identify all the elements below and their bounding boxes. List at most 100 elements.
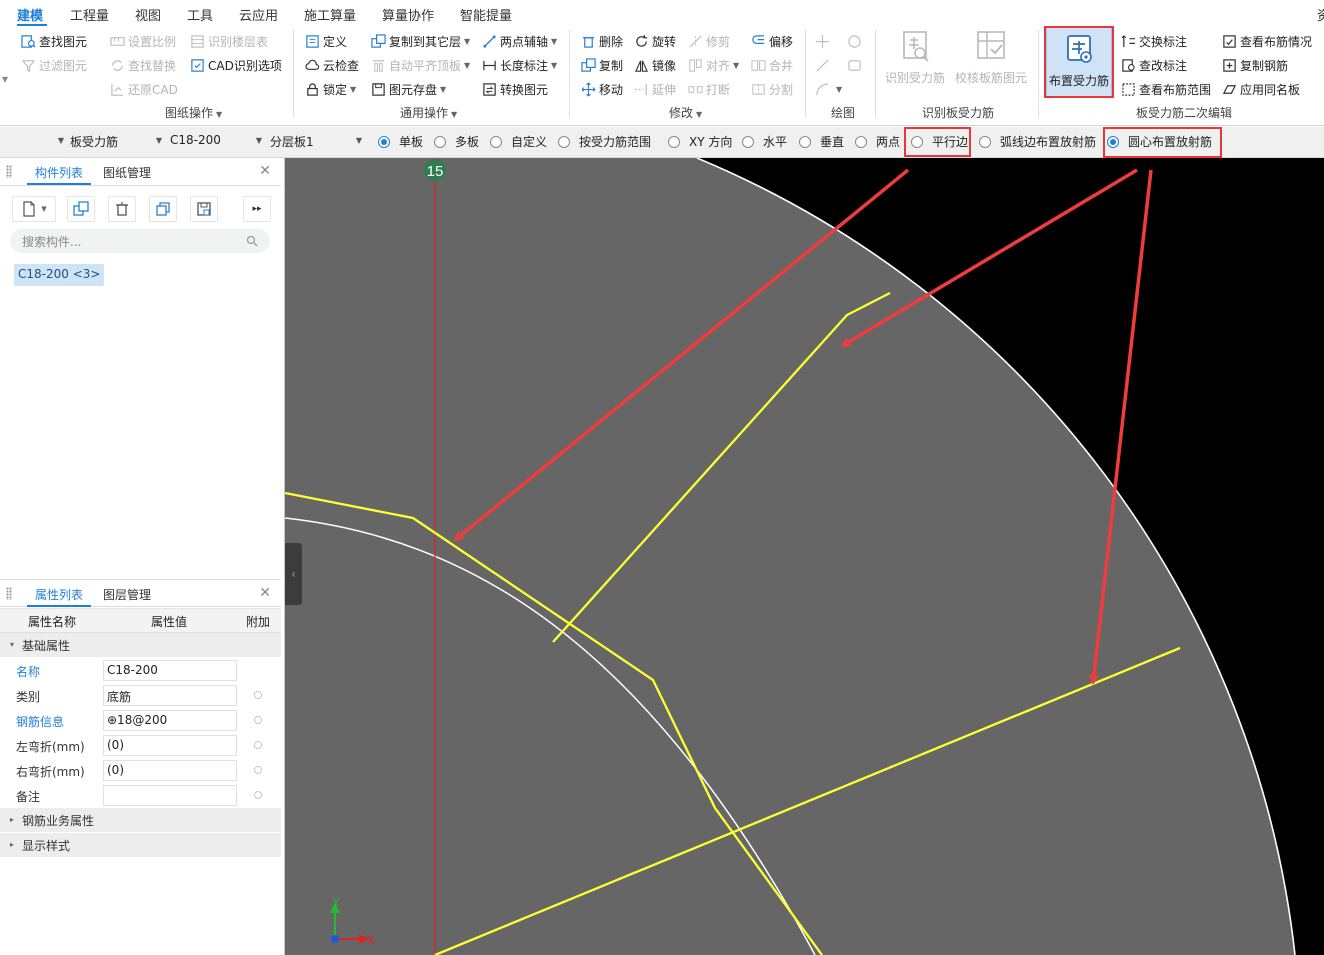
ribbon-scroll-left[interactable]: ▾: [2, 69, 8, 89]
check-slab-rebar-button[interactable]: 校核板筋图元: [955, 29, 1027, 86]
more-tools-button[interactable]: ▸▸: [243, 196, 271, 222]
break-button[interactable]: 打断: [688, 79, 730, 99]
tab-property-list[interactable]: 属性列表: [35, 586, 83, 603]
section-display-style[interactable]: ▸ 显示样式: [0, 833, 281, 858]
extra-checkbox[interactable]: [254, 741, 262, 749]
radio-center-radial[interactable]: 圆心布置放射筋: [1107, 133, 1212, 150]
prop-value-input[interactable]: ⊕18@200: [103, 710, 237, 731]
new-component-button[interactable]: ▼: [12, 196, 56, 222]
draw-rect-button[interactable]: [847, 55, 865, 75]
close-icon[interactable]: ✕: [259, 163, 271, 179]
find-replace-button[interactable]: 查找替换: [110, 55, 176, 75]
define-button[interactable]: 定义: [305, 31, 347, 51]
group-general-ops[interactable]: 通用操作 ▼: [400, 104, 457, 121]
close-icon[interactable]: ✕: [259, 585, 271, 601]
draw-line-button[interactable]: [815, 55, 833, 75]
element-type-dropdown[interactable]: 板受力筋 ▼: [70, 133, 162, 152]
identify-floor-table-button[interactable]: 识别楼层表: [190, 31, 268, 51]
offset-button[interactable]: 偏移: [751, 31, 793, 51]
component-save-button[interactable]: [190, 196, 218, 222]
rotate-button[interactable]: 旋转: [634, 31, 676, 51]
set-scale-button[interactable]: 设置比例: [110, 31, 176, 51]
draw-arc-button[interactable]: ▼: [815, 79, 842, 99]
filter-element-button[interactable]: 过滤图元: [21, 55, 87, 75]
lock-button[interactable]: 锁定 ▼: [305, 79, 356, 99]
drawing-canvas[interactable]: 15 Y X: [285, 158, 1324, 955]
menu-construction[interactable]: 施工算量: [304, 5, 356, 24]
menu-truncated[interactable]: 资: [1317, 5, 1324, 24]
extend-button[interactable]: 延伸: [634, 79, 676, 99]
tab-layer-management[interactable]: 图层管理: [103, 586, 151, 603]
menu-tools[interactable]: 工具: [187, 5, 213, 24]
copy-button[interactable]: 复制: [581, 55, 623, 75]
auto-align-slab-button[interactable]: 自动平齐顶板 ▼: [371, 55, 470, 75]
extra-checkbox[interactable]: [254, 766, 262, 774]
prop-value-input[interactable]: C18-200: [103, 660, 237, 681]
drag-grip-icon[interactable]: [6, 587, 12, 600]
delete-component-button[interactable]: [108, 196, 136, 222]
copy-rebar-button[interactable]: 复制钢筋: [1222, 55, 1288, 75]
draw-point-button[interactable]: [815, 31, 833, 51]
element-save-button[interactable]: 图元存盘 ▼: [371, 79, 446, 99]
radio-arc-radial[interactable]: 弧线边布置放射筋: [979, 133, 1096, 150]
component-list-item[interactable]: C18-200 <3>: [14, 264, 105, 286]
search-input[interactable]: 搜索构件...: [10, 229, 270, 253]
draw-circle-button[interactable]: [847, 31, 865, 51]
layout-rebar-button[interactable]: 布置受力筋: [1046, 27, 1112, 97]
extra-checkbox[interactable]: [254, 716, 262, 724]
radio-custom[interactable]: 自定义: [490, 133, 547, 150]
tab-drawing-management[interactable]: 图纸管理: [103, 164, 151, 181]
convert-element-button[interactable]: 转换图元: [482, 79, 548, 99]
menu-quantity[interactable]: 工程量: [70, 5, 109, 24]
move-button[interactable]: 移动: [581, 79, 623, 99]
collapse-panel-handle[interactable]: ‹: [285, 543, 302, 605]
menu-modeling[interactable]: 建模: [17, 5, 43, 24]
edit-label-button[interactable]: 查改标注: [1121, 55, 1187, 75]
view-layout-range-button[interactable]: 查看布筋范围: [1121, 79, 1211, 99]
swap-label-button[interactable]: 交换标注: [1121, 31, 1187, 51]
menu-view[interactable]: 视图: [135, 5, 161, 24]
two-point-axis-button[interactable]: 两点辅轴 ▼: [482, 31, 557, 51]
element-name-dropdown[interactable]: C18-200 ▼: [170, 133, 262, 152]
delete-button[interactable]: 删除: [581, 31, 623, 51]
tab-component-list[interactable]: 构件列表: [35, 164, 83, 181]
radio-parallel-edge[interactable]: 平行边: [911, 133, 968, 150]
find-element-button[interactable]: 查找图元: [21, 31, 87, 51]
drag-grip-icon[interactable]: [6, 165, 12, 178]
radio-horizontal[interactable]: 水平: [742, 133, 787, 150]
extra-checkbox[interactable]: [254, 791, 262, 799]
merge-button[interactable]: 合并: [751, 55, 793, 75]
radio-vertical[interactable]: 垂直: [799, 133, 844, 150]
apply-same-slab-button[interactable]: 应用同名板: [1222, 79, 1300, 99]
trim-button[interactable]: 修剪: [688, 31, 730, 51]
prop-value-input[interactable]: 底筋: [103, 685, 237, 706]
group-drawing-ops[interactable]: 图纸操作 ▼: [165, 104, 222, 121]
radio-xy-direction[interactable]: XY 方向: [668, 133, 732, 150]
radio-two-points[interactable]: 两点: [855, 133, 900, 150]
length-dim-button[interactable]: 长度标注 ▼: [482, 55, 557, 75]
prop-value-input[interactable]: [103, 785, 237, 806]
cad-options-button[interactable]: CAD识别选项: [190, 55, 282, 75]
split-button[interactable]: 分割: [751, 79, 793, 99]
extra-checkbox[interactable]: [254, 691, 262, 699]
copy-component-button[interactable]: [67, 196, 95, 222]
view-layout-button[interactable]: 查看布筋情况: [1222, 31, 1312, 51]
menu-collab[interactable]: 算量协作: [382, 5, 434, 24]
align-button[interactable]: 对齐 ▼: [688, 55, 739, 75]
radio-single-slab[interactable]: 单板: [378, 133, 423, 150]
radio-by-rebar-range[interactable]: 按受力筋范围: [558, 133, 651, 150]
duplicate-layer-button[interactable]: [149, 196, 177, 222]
radio-multi-slab[interactable]: 多板: [434, 133, 479, 150]
empty-dropdown[interactable]: ▼: [2, 133, 64, 152]
prop-value-input[interactable]: (0): [103, 760, 237, 781]
identify-rebar-button[interactable]: 识别受力筋: [885, 29, 945, 86]
section-business-props[interactable]: ▸ 钢筋业务属性: [0, 808, 281, 833]
prop-value-input[interactable]: (0): [103, 735, 237, 756]
menu-cloud[interactable]: 云应用: [239, 5, 278, 24]
mirror-button[interactable]: 镜像: [634, 55, 676, 75]
layer-dropdown[interactable]: 分层板1 ▼: [270, 133, 362, 152]
menu-smart-extract[interactable]: 智能提量: [460, 5, 512, 24]
restore-cad-button[interactable]: 还原CAD: [110, 79, 178, 99]
section-basic-props[interactable]: ▾ 基础属性: [0, 633, 281, 658]
group-modify[interactable]: 修改 ▼: [669, 104, 702, 121]
